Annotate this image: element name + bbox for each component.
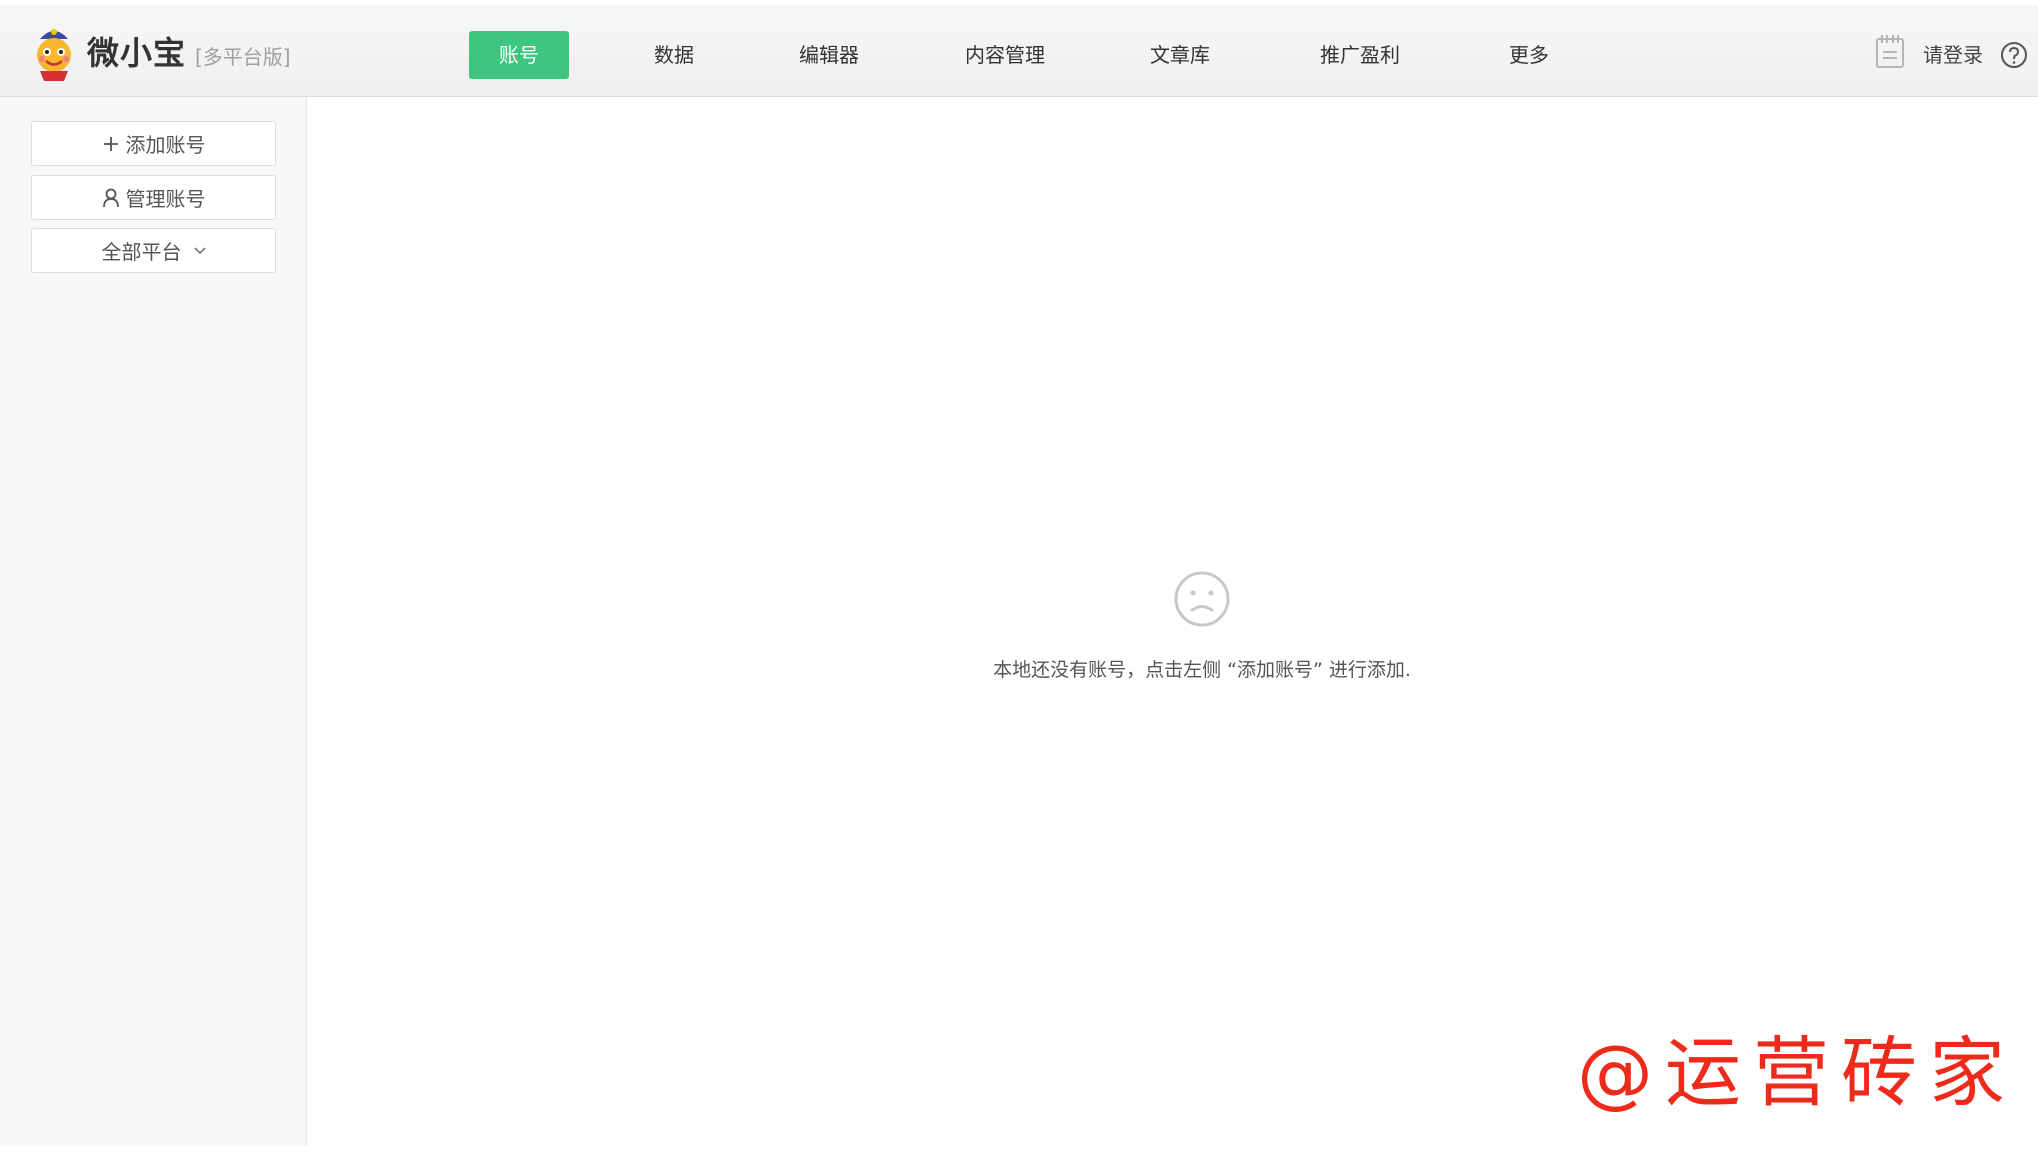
watermark: @运营砖家 xyxy=(1577,1028,2017,1117)
screenshot-canvas: 微小宝 [多平台版] 账号 数据 编辑器 内容管理 文章库 推广盈利 更多 请登… xyxy=(0,0,2038,1162)
tab-article-library[interactable]: 文章库 xyxy=(1125,31,1235,79)
tab-accounts[interactable]: 账号 xyxy=(469,31,569,79)
tab-editor[interactable]: 编辑器 xyxy=(769,31,889,79)
add-account-label: 添加账号 xyxy=(125,133,206,157)
brand-name: 微小宝 xyxy=(87,34,187,72)
calendar-icon[interactable] xyxy=(1875,33,1905,69)
tab-content-management[interactable]: 内容管理 xyxy=(940,31,1070,79)
brand-logo-icon xyxy=(37,29,71,81)
chevron-down-icon xyxy=(193,246,206,255)
plus-icon xyxy=(102,135,120,153)
brand-edition: [多平台版] xyxy=(195,45,291,69)
main-content: 本地还没有账号，点击左侧 “添加账号” 进行添加. xyxy=(307,97,2038,1146)
sad-face-icon xyxy=(1174,571,1230,627)
top-header: 微小宝 [多平台版] 账号 数据 编辑器 内容管理 文章库 推广盈利 更多 请登… xyxy=(0,5,2038,97)
manage-account-button[interactable]: 管理账号 xyxy=(31,175,276,220)
left-sidebar: 添加账号 管理账号 全部平台 xyxy=(0,97,307,1146)
platform-filter-dropdown[interactable]: 全部平台 xyxy=(31,228,276,273)
tab-data[interactable]: 数据 xyxy=(624,31,724,79)
platform-filter-label: 全部平台 xyxy=(101,240,182,264)
add-account-button[interactable]: 添加账号 xyxy=(31,121,276,166)
login-link[interactable]: 请登录 xyxy=(1923,39,1983,71)
user-icon xyxy=(102,188,120,208)
help-icon[interactable] xyxy=(2000,41,2028,69)
app-window: 微小宝 [多平台版] 账号 数据 编辑器 内容管理 文章库 推广盈利 更多 请登… xyxy=(0,0,2038,1146)
tab-more[interactable]: 更多 xyxy=(1479,31,1579,79)
manage-account-label: 管理账号 xyxy=(125,187,206,211)
tab-promotion-profit[interactable]: 推广盈利 xyxy=(1295,31,1425,79)
empty-state-message: 本地还没有账号，点击左侧 “添加账号” 进行添加. xyxy=(993,659,1411,681)
